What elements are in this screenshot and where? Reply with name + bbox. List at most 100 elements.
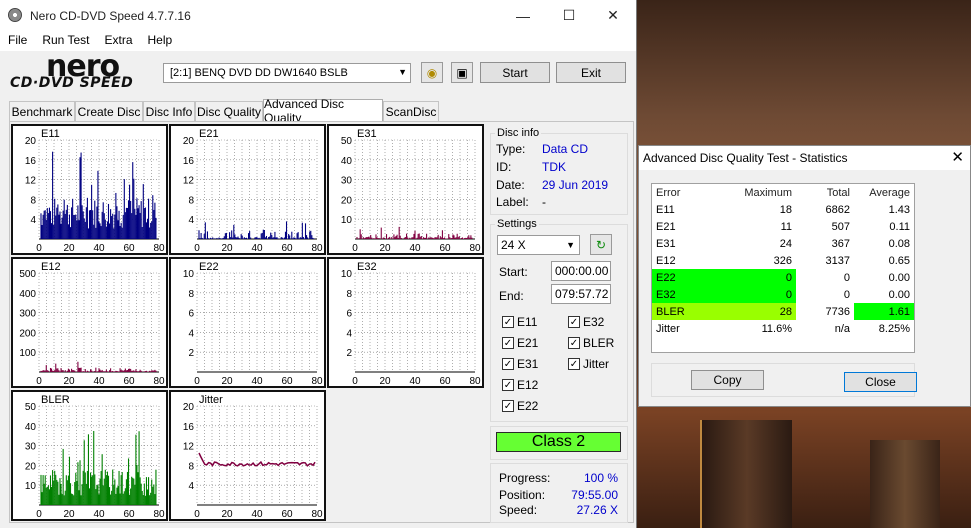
position-label: Position: [499, 488, 546, 502]
speed-value: 24 X [501, 238, 526, 252]
x-tick-label: 80 [153, 376, 165, 386]
y-tick-label: 10 [183, 269, 195, 280]
table-row: E11 18 6862 1.43 [652, 201, 914, 218]
checkbox-e12[interactable]: ✓ E12 [502, 378, 538, 392]
x-tick-label: 40 [409, 376, 421, 386]
tab-disc-info[interactable]: Disc Info [143, 101, 195, 121]
app-icon [8, 8, 22, 22]
x-tick-label: 20 [379, 243, 391, 253]
y-tick-label: 30 [341, 176, 353, 187]
x-tick-label: 60 [439, 243, 451, 253]
y-tick-label: 10 [25, 481, 37, 492]
save-icon-button[interactable]: ▣ [451, 62, 473, 83]
disc-id-value: TDK [542, 160, 566, 174]
checkbox-e22[interactable]: ✓ E22 [502, 399, 538, 413]
x-tick-label: 40 [93, 376, 105, 386]
y-tick-label: 10 [341, 215, 353, 226]
disc-label-label: Label: [496, 195, 529, 209]
checkbox-jitter[interactable]: ✓ Jitter [568, 357, 609, 371]
x-tick-label: 80 [469, 376, 481, 386]
chart-title: E22 [199, 261, 219, 273]
menu-file[interactable]: File [0, 31, 34, 47]
checkbox-e31[interactable]: ✓ E31 [502, 357, 538, 371]
close-icon[interactable]: ✕ [951, 148, 964, 166]
speed-select[interactable]: 24 X ▼ [497, 235, 580, 255]
y-tick-label: 8 [188, 461, 194, 472]
cell: 0 [728, 269, 796, 286]
statistics-table: Error Maximum Total Average E11 18 6862 1.4… [651, 183, 915, 353]
y-tick-label: 400 [19, 289, 36, 300]
disc-info-icon-button[interactable]: ◉ [421, 62, 443, 83]
nero-logo: nero CD·DVD SPEED [8, 49, 158, 93]
window-title: Nero CD-DVD Speed 4.7.7.16 [30, 8, 191, 23]
chart-e31: E31 50 40 30 20 10 0 20 40 60 80 [327, 124, 484, 255]
x-tick-label: 0 [194, 243, 200, 253]
y-tick-label: 16 [183, 422, 195, 433]
maximize-button[interactable]: ☐ [546, 0, 592, 31]
check-icon: ✓ [502, 316, 514, 328]
checkbox-e32[interactable]: ✓ E32 [568, 315, 604, 329]
cell: 24 [779, 237, 792, 250]
y-tick-label: 8 [346, 289, 352, 300]
close-window-button[interactable]: ✕ [590, 0, 636, 31]
x-tick-label: 40 [409, 243, 421, 253]
y-tick-label: 10 [341, 269, 353, 280]
cell: 367 [831, 237, 850, 250]
tab-disc-quality[interactable]: Disc Quality [195, 101, 263, 121]
tab-advanced-disc-quality[interactable]: Advanced Disc Quality [263, 97, 383, 125]
tab-create-disc[interactable]: Create Disc [75, 101, 143, 121]
cell: E21 [656, 220, 676, 233]
cell: 18 [779, 203, 792, 216]
x-tick-label: 40 [251, 376, 263, 386]
drive-value: [2:1] BENQ DVD DD DW1640 BSLB [170, 67, 348, 79]
y-tick-label: 200 [19, 328, 36, 339]
checkbox-e21-label: E21 [517, 336, 539, 350]
chart-title: Jitter [199, 394, 223, 406]
tab-scandisc[interactable]: ScanDisc [383, 101, 439, 121]
tab-benchmark[interactable]: Benchmark [9, 101, 75, 121]
cell: E12 [656, 254, 676, 267]
menu-run-test[interactable]: Run Test [34, 31, 96, 47]
cell: 0 [728, 286, 796, 303]
x-tick-label: 20 [63, 243, 75, 253]
y-tick-label: 30 [25, 442, 37, 453]
table-row: Jitter 11.6% n/a 8.25% [652, 320, 914, 337]
x-tick-label: 40 [93, 243, 105, 253]
minimize-button[interactable]: — [500, 0, 546, 31]
x-tick-label: 80 [311, 243, 323, 253]
start-input[interactable]: 000:00.00 [551, 261, 611, 281]
cell: E11 [656, 203, 675, 216]
statistics-window: Advanced Disc Quality Test - Statistics … [638, 145, 971, 407]
class-badge: Class 2 [496, 432, 621, 452]
x-tick-label: 0 [36, 243, 42, 253]
checkbox-e11[interactable]: ✓ E11 [502, 315, 537, 329]
chart-title: E11 [41, 128, 60, 140]
y-tick-label: 20 [183, 402, 195, 413]
x-tick-label: 0 [352, 243, 358, 253]
x-tick-label: 0 [36, 376, 42, 386]
position-value: 79:55.00 [571, 488, 618, 502]
copy-button[interactable]: Copy [691, 370, 764, 390]
menu-extra[interactable]: Extra [96, 31, 139, 47]
disc-info-heading: Disc info [495, 127, 542, 139]
x-tick-label: 40 [251, 509, 263, 519]
start-button[interactable]: Start [480, 62, 550, 83]
x-tick-label: 40 [93, 509, 105, 519]
start-label: Start: [499, 265, 528, 279]
exit-button[interactable]: Exit [556, 62, 626, 83]
disc-label-value: - [542, 195, 546, 209]
settings-heading: Settings [495, 218, 539, 230]
drive-select[interactable]: [2:1] BENQ DVD DD DW1640 BSLB ▼ [163, 63, 411, 83]
menu-bar: File Run Test Extra Help [0, 31, 636, 51]
chart-title: E12 [41, 261, 61, 273]
checkbox-bler[interactable]: ✓ BLER [568, 336, 614, 350]
speed-label: Speed: [499, 503, 538, 517]
y-tick-label: 8 [188, 195, 194, 206]
checkbox-e21[interactable]: ✓ E21 [502, 336, 538, 350]
chart-title: E31 [357, 128, 377, 140]
refresh-speed-button[interactable]: ↻ [590, 234, 612, 255]
end-input[interactable]: 079:57.72 [551, 284, 611, 304]
checkbox-e32-label: E32 [583, 315, 605, 329]
close-button[interactable]: Close [844, 372, 917, 392]
menu-help[interactable]: Help [140, 31, 180, 47]
